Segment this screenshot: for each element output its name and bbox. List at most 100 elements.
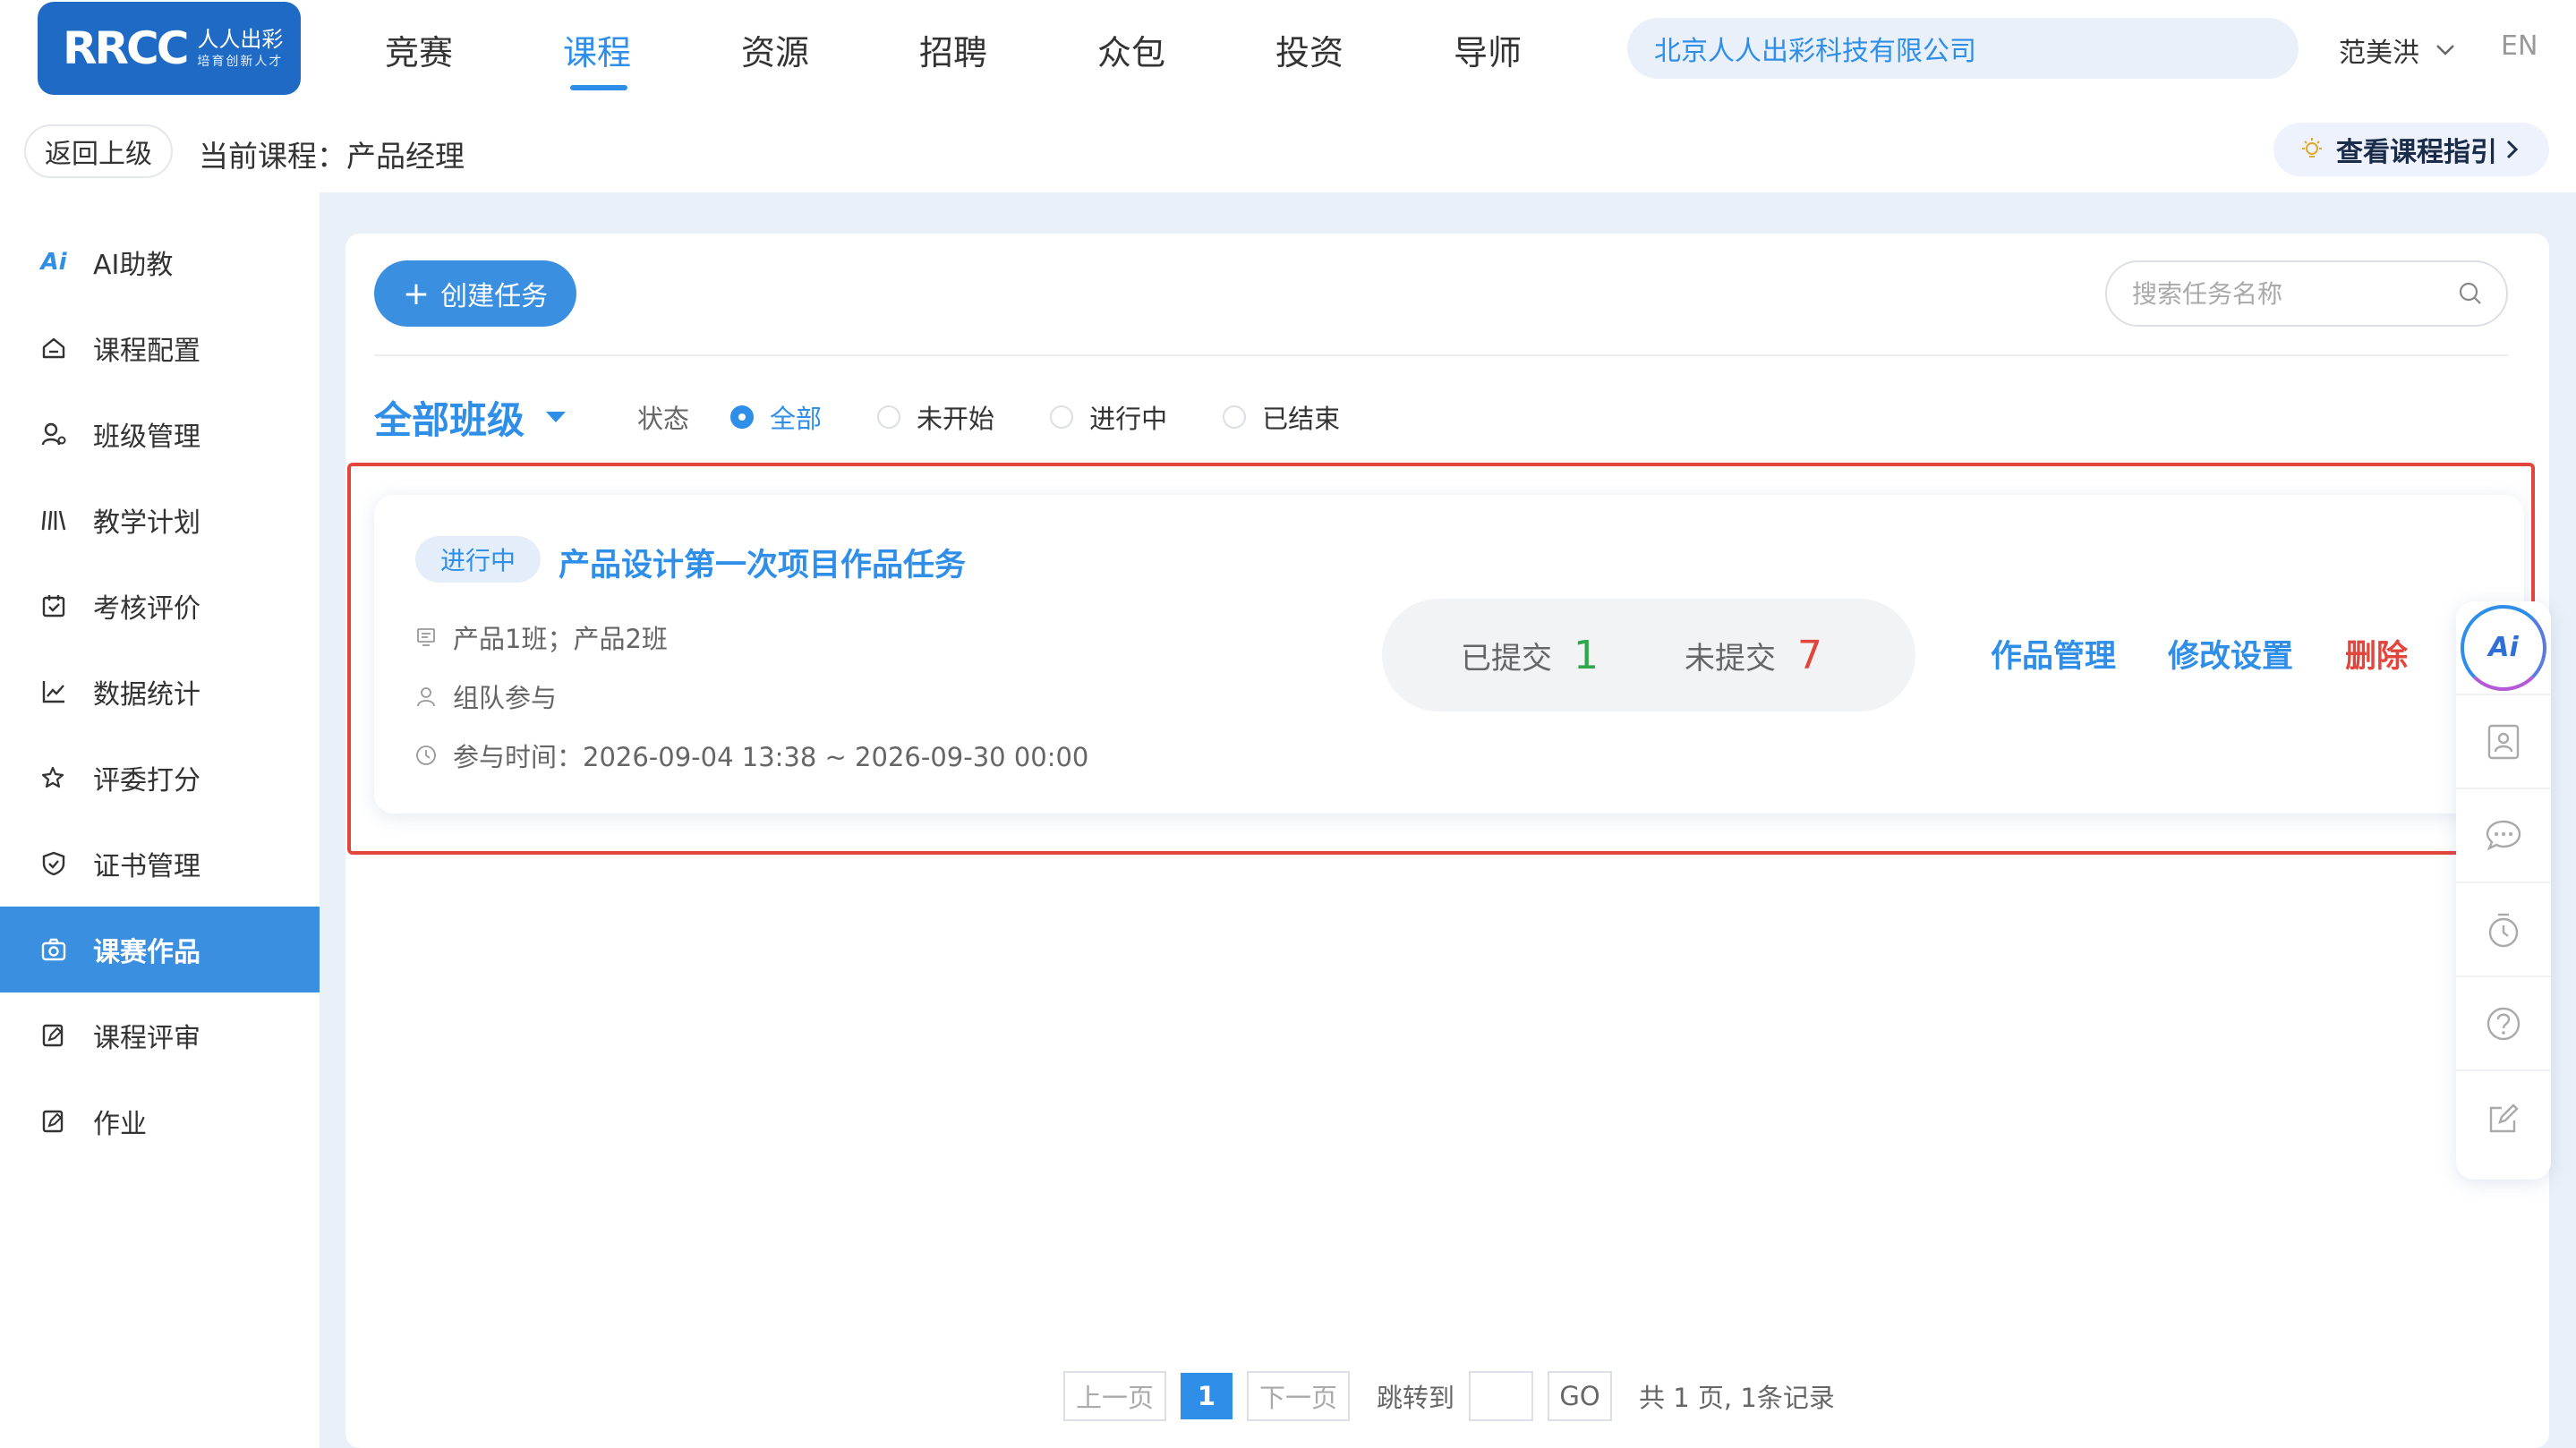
logo-slogan: 培育创新人才 bbox=[197, 54, 284, 69]
clock-icon bbox=[416, 745, 436, 765]
task-mode-text: 组队参与 bbox=[453, 683, 558, 713]
caret-down-icon bbox=[546, 412, 567, 422]
back-button[interactable]: 返回上级 bbox=[24, 124, 173, 178]
ai-assistant-button[interactable]: Ai bbox=[2456, 601, 2551, 695]
create-task-label: 创建任务 bbox=[440, 281, 549, 312]
radio-dot bbox=[1223, 405, 1247, 429]
logo-wordmark: RRCC bbox=[63, 22, 189, 74]
homework-icon bbox=[39, 1107, 68, 1136]
task-search bbox=[2105, 260, 2508, 327]
sidebar-item-course-review[interactable]: 课程评审 bbox=[0, 992, 320, 1078]
go-button[interactable]: GO bbox=[1548, 1371, 1613, 1421]
status-radio-in-progress[interactable]: 进行中 bbox=[1050, 398, 1167, 436]
status-radio-all[interactable]: 全部 bbox=[730, 398, 822, 436]
sidebar-item-assessment[interactable]: 考核评价 bbox=[0, 563, 320, 649]
timer-button[interactable] bbox=[2456, 883, 2551, 977]
submitted-label: 已提交 bbox=[1461, 640, 1552, 677]
create-task-button[interactable]: + 创建任务 bbox=[374, 260, 576, 327]
search-input[interactable] bbox=[2132, 278, 2436, 309]
course-header: 返回上级 当前课程：产品经理 查看课程指引 bbox=[0, 103, 2576, 192]
sidebar-item-label: 课赛作品 bbox=[93, 937, 200, 968]
course-sidebar: Ai AI助教 课程配置 班级管理 教学计划 考核评价 数据统计 评委打分 证书… bbox=[0, 192, 320, 1448]
sidebar-item-ai-assistant[interactable]: Ai AI助教 bbox=[0, 219, 320, 305]
chat-icon bbox=[2486, 820, 2521, 851]
help-button[interactable] bbox=[2456, 977, 2551, 1071]
task-card[interactable]: 进行中 产品设计第一次项目作品任务 产品1班；产品2班 组队参与 参与时间：20… bbox=[374, 495, 2524, 813]
status-radio-not-started[interactable]: 未开始 bbox=[877, 398, 994, 436]
class-select-dropdown[interactable]: 全部班级 bbox=[374, 390, 567, 445]
home-icon bbox=[39, 334, 68, 362]
user-icon bbox=[417, 687, 435, 707]
status-filter-label: 状态 bbox=[637, 404, 690, 434]
user-menu[interactable]: 范美洪 bbox=[2339, 30, 2455, 70]
sidebar-item-label: 评委打分 bbox=[93, 765, 200, 796]
main-nav: 竞赛 课程 资源 招聘 众包 投资 导师 bbox=[385, 25, 1632, 95]
floating-toolbar: Ai bbox=[2456, 601, 2551, 1180]
task-mode: 组队参与 bbox=[415, 677, 557, 715]
sidebar-item-label: 作业 bbox=[93, 1109, 147, 1140]
search-icon[interactable] bbox=[2458, 281, 2483, 306]
current-page-number[interactable]: 1 bbox=[1181, 1373, 1233, 1419]
unsubmitted-label: 未提交 bbox=[1685, 640, 1776, 677]
main-content: + 创建任务 全部班级 状态 全部 未开始 进行中 已结束 bbox=[345, 234, 2549, 1448]
help-icon bbox=[2486, 1007, 2521, 1040]
delete-link[interactable]: 删除 bbox=[2345, 631, 2408, 677]
sidebar-item-class-management[interactable]: 班级管理 bbox=[0, 391, 320, 477]
chevron-right-icon bbox=[2506, 140, 2519, 159]
nav-competition[interactable]: 竞赛 bbox=[385, 25, 563, 95]
rrcc-logo[interactable]: RRCC 人人出彩 培育创新人才 bbox=[38, 2, 301, 95]
timer-icon bbox=[2488, 913, 2519, 947]
next-page-button[interactable]: 下一页 bbox=[1247, 1371, 1351, 1421]
language-switch[interactable]: EN bbox=[2501, 30, 2538, 62]
course-guide-label: 查看课程指引 bbox=[2336, 137, 2497, 168]
radio-label: 未开始 bbox=[917, 404, 995, 434]
nav-course[interactable]: 课程 bbox=[563, 25, 741, 95]
status-radio-ended[interactable]: 已结束 bbox=[1223, 398, 1340, 436]
sidebar-item-judge-scoring[interactable]: 评委打分 bbox=[0, 735, 320, 821]
radio-dot bbox=[877, 405, 901, 429]
task-classes-text: 产品1班；产品2班 bbox=[453, 624, 668, 654]
company-selector[interactable]: 北京人人出彩科技有限公司 bbox=[1627, 18, 2299, 79]
radio-label: 全部 bbox=[770, 404, 823, 434]
sidebar-item-course-works[interactable]: 课赛作品 bbox=[0, 907, 320, 992]
manage-works-link[interactable]: 作品管理 bbox=[1991, 631, 2116, 677]
nav-recruitment[interactable]: 招聘 bbox=[919, 25, 1097, 95]
prev-page-button[interactable]: 上一页 bbox=[1063, 1371, 1167, 1421]
edit-review-icon bbox=[39, 1021, 68, 1050]
sidebar-item-label: 数据统计 bbox=[93, 679, 200, 711]
sidebar-item-homework[interactable]: 作业 bbox=[0, 1078, 320, 1164]
ai-assistant-icon: Ai bbox=[2461, 604, 2546, 691]
unsubmitted-count[interactable]: 7 bbox=[1797, 633, 1822, 678]
sidebar-item-course-config[interactable]: 课程配置 bbox=[0, 305, 320, 391]
edit-settings-link[interactable]: 修改设置 bbox=[2168, 631, 2293, 677]
edit-button[interactable] bbox=[2456, 1071, 2551, 1165]
nav-resources[interactable]: 资源 bbox=[741, 25, 919, 95]
contact-card-button[interactable] bbox=[2456, 695, 2551, 789]
line-chart-icon bbox=[39, 677, 68, 706]
user-name: 范美洪 bbox=[2339, 38, 2419, 69]
chat-button[interactable] bbox=[2456, 789, 2551, 883]
camera-icon bbox=[39, 935, 68, 964]
nav-crowdsourcing[interactable]: 众包 bbox=[1097, 25, 1275, 95]
nav-mentor[interactable]: 导师 bbox=[1454, 25, 1632, 95]
course-guide-button[interactable]: 查看课程指引 bbox=[2273, 123, 2549, 176]
sidebar-item-label: 课程配置 bbox=[93, 336, 200, 367]
plus-icon: + bbox=[402, 275, 431, 312]
page-jump-input[interactable] bbox=[1469, 1371, 1534, 1421]
task-classes: 产品1班；产品2班 bbox=[415, 618, 668, 656]
pagination: 上一页 1 下一页 跳转到 GO 共 1 页, 1条记录 bbox=[1063, 1371, 1835, 1421]
sidebar-item-label: 课程评审 bbox=[93, 1023, 200, 1054]
radio-dot bbox=[1050, 405, 1074, 429]
task-title[interactable]: 产品设计第一次项目作品任务 bbox=[559, 540, 966, 585]
sidebar-item-certificate[interactable]: 证书管理 bbox=[0, 821, 320, 907]
sidebar-item-teaching-plan[interactable]: 教学计划 bbox=[0, 477, 320, 563]
nav-investment[interactable]: 投资 bbox=[1275, 25, 1454, 95]
radio-label: 已结束 bbox=[1262, 404, 1341, 434]
sidebar-item-label: 证书管理 bbox=[93, 851, 200, 882]
submitted-count[interactable]: 1 bbox=[1574, 633, 1599, 678]
submission-stats: 已提交 1 未提交 7 bbox=[1382, 599, 1915, 711]
sidebar-item-data-statistics[interactable]: 数据统计 bbox=[0, 649, 320, 735]
sidebar-item-label: 考核评价 bbox=[93, 593, 200, 625]
jump-to-label: 跳转到 bbox=[1377, 1383, 1455, 1413]
toolbar-divider bbox=[374, 354, 2508, 356]
